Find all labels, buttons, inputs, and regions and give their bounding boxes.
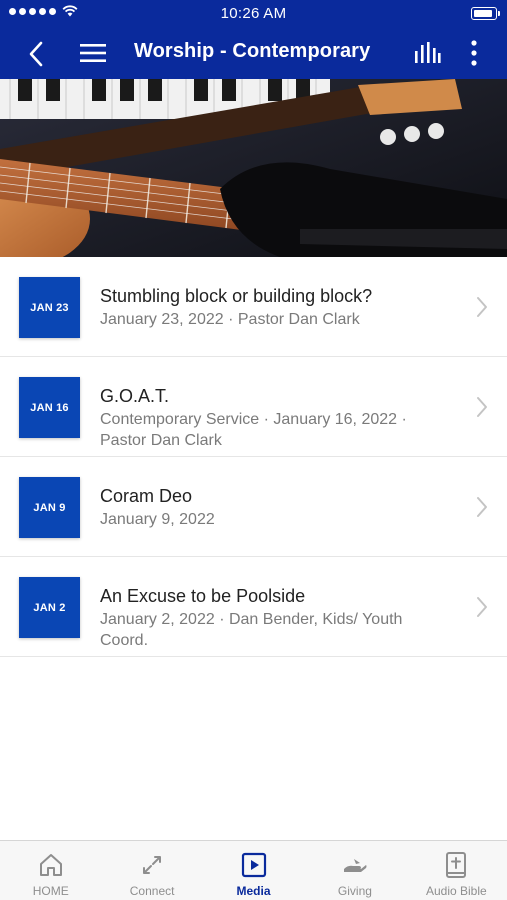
tab-bar: HOME Connect Media Giving Audio Bible — [0, 840, 507, 900]
tab-connect[interactable]: Connect — [101, 841, 202, 900]
list-item[interactable]: JAN 23 Stumbling block or building block… — [0, 257, 507, 357]
bible-icon — [446, 852, 467, 878]
list-item[interactable]: JAN 2 An Excuse to be Poolside January 2… — [0, 557, 507, 657]
status-time: 10:26 AM — [220, 5, 287, 22]
item-subtitle: January 9, 2022 — [100, 511, 215, 528]
status-bar: 10:26 AM — [0, 0, 507, 27]
item-title: G.O.A.T. — [100, 386, 170, 406]
header-image — [0, 79, 507, 257]
giving-hand-icon — [343, 859, 367, 872]
tab-home[interactable]: HOME — [0, 841, 101, 900]
chevron-right-icon — [477, 497, 487, 517]
list-item[interactable]: JAN 16 G.O.A.T. Contemporary Service · J… — [0, 357, 507, 457]
item-title: An Excuse to be Poolside — [100, 586, 306, 606]
tab-media[interactable]: Media — [203, 841, 304, 900]
media-list: JAN 23 Stumbling block or building block… — [0, 257, 507, 657]
page-title: Worship - Contemporary — [134, 40, 371, 62]
chevron-right-icon — [477, 397, 487, 417]
connect-icon — [143, 856, 162, 874]
tab-label: HOME — [32, 884, 69, 898]
list-item[interactable]: JAN 9 Coram Deo January 9, 2022 — [0, 457, 507, 557]
tab-label: Connect — [129, 884, 175, 898]
tab-label: Giving — [337, 884, 372, 898]
tab-label: Media — [236, 884, 271, 898]
tab-audio-bible[interactable]: Audio Bible — [406, 841, 507, 900]
hamburger-menu-icon[interactable] — [78, 41, 108, 65]
tab-giving[interactable]: Giving — [304, 841, 405, 900]
tab-label: Audio Bible — [425, 884, 487, 898]
home-icon — [39, 854, 62, 876]
date-badge: JAN 16 — [19, 377, 80, 438]
item-subtitle: Contemporary Service · January 16, 2022 … — [100, 411, 407, 449]
item-subtitle: January 23, 2022 · Pastor Dan Clark — [100, 311, 360, 328]
nav-bar: Worship - Contemporary — [0, 27, 507, 79]
audio-bars-icon[interactable] — [413, 41, 441, 65]
date-badge: JAN 9 — [19, 477, 80, 538]
chevron-right-icon — [477, 597, 487, 617]
battery-icon — [471, 7, 500, 20]
item-title: Stumbling block or building block? — [100, 286, 373, 306]
more-vertical-icon[interactable] — [469, 39, 479, 67]
chevron-right-icon — [477, 297, 487, 317]
back-arrow-icon[interactable] — [22, 39, 52, 69]
media-play-icon — [241, 852, 266, 878]
item-title: Coram Deo — [100, 486, 193, 506]
date-badge: JAN 2 — [19, 577, 80, 638]
date-badge: JAN 23 — [19, 277, 80, 338]
item-subtitle: January 2, 2022 · Dan Bender, Kids/ Yout… — [100, 611, 403, 649]
